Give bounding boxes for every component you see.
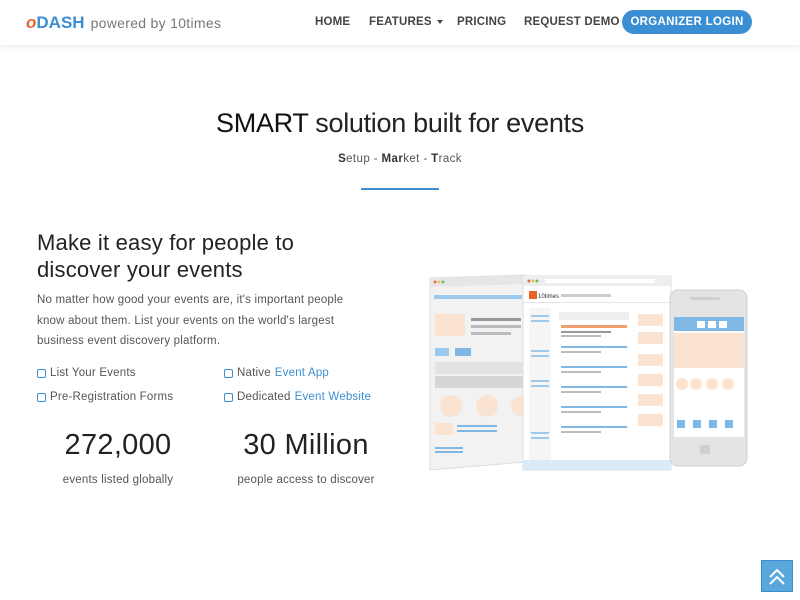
event-website-link[interactable]: Event Website [295,391,372,403]
brand-powered-by: powered by 10times [90,15,222,31]
hero-title: SMART solution built for events [0,108,800,139]
organizer-login-button[interactable]: ORGANIZER LOGIN [622,10,752,34]
feature-dedicated-event-website: Dedicated Event Website [224,391,371,403]
stat-people-value: 30 Million [243,429,369,461]
sub-s: S [338,153,347,165]
section-description: No matter how good your events are, it's… [37,294,344,347]
10times-logo-text: 10times [538,294,559,300]
nav-features[interactable]: FEATURES [369,16,443,28]
top-navbar: o DASH powered by 10times HOME FEATURES … [0,0,800,45]
sub-t: T [431,153,439,165]
double-chevron-up-icon [769,568,785,585]
feature-text: List Your Events [50,367,136,379]
feature-text: Dedicated [237,391,291,403]
brand-dash: DASH [36,13,85,32]
desktop-center-mockup: 10times [522,275,672,471]
brand-o: o [26,13,37,32]
sub-mar: Mar [381,153,404,165]
stat-people-label: people access to discover [237,474,375,486]
stat-events-value: 272,000 [64,429,172,461]
hero-title-rest: solution built for events [308,108,584,138]
checkbox-icon [37,368,46,378]
stat-events-label: events listed globally [62,474,174,486]
nav-features-label: FEATURES [369,16,432,28]
checkbox-icon [224,368,233,378]
caret-down-icon [436,19,443,24]
event-app-link[interactable]: Event App [275,367,329,379]
nav-request-demo[interactable]: REQUEST DEMO [524,16,620,28]
sub-ket: ket - [403,153,432,165]
nav-pricing[interactable]: PRICING [457,16,506,28]
scroll-to-top-button[interactable] [761,560,793,592]
phone-mockup [669,289,748,467]
feature-pre-registration-forms: Pre-Registration Forms [37,391,173,403]
hero-title-smart: SMART [216,108,309,138]
desktop-left-mockup [429,274,531,471]
brand-logo[interactable]: o DASH powered by 10times [26,13,221,33]
nav-home[interactable]: HOME [315,16,350,28]
section-heading: Make it easy for people to discover your… [37,230,295,282]
feature-list-your-events: List Your Events [37,367,136,379]
hero-divider [361,188,439,190]
devices-illustration-svg: 10times [429,274,748,471]
checkbox-icon [224,392,233,402]
hero-subtitle: Setup - Market - Track [0,153,800,165]
feature-native-event-app: Native Event App [224,367,329,379]
sub-etup: etup - [346,153,382,165]
checkbox-icon [37,392,46,402]
devices-illustration: 10times [425,270,755,480]
feature-text: Pre-Registration Forms [50,391,174,403]
sub-rack: rack [438,153,462,165]
feature-text: Native [237,367,271,379]
